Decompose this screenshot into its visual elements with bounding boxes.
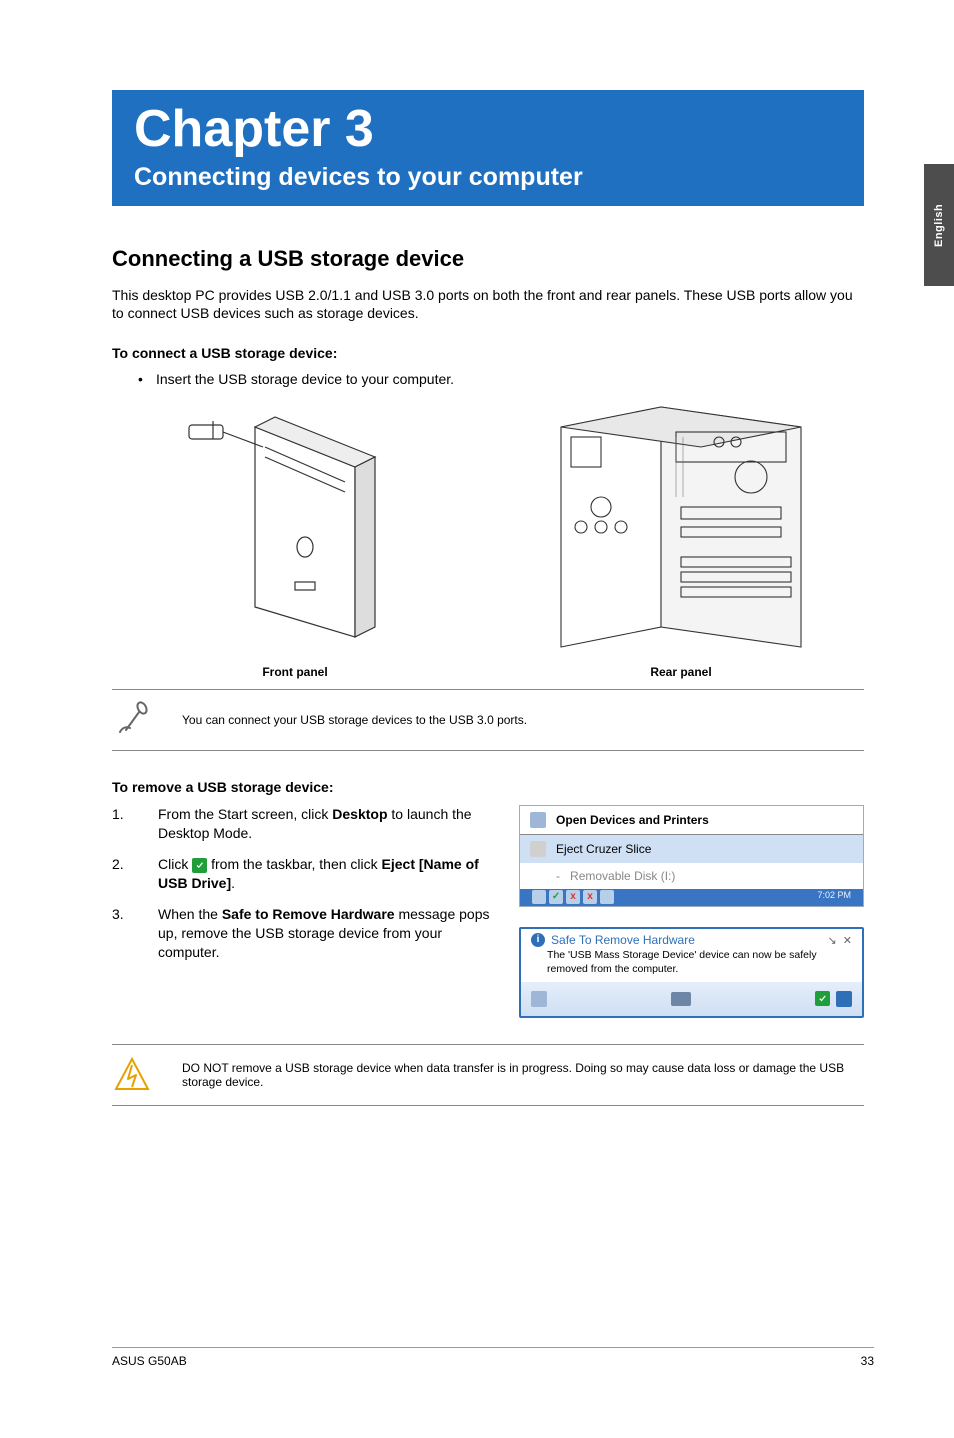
safe-remove-screenshot: i Safe To Remove Hardware ↘ ✕ The 'USB M… xyxy=(519,927,864,1017)
balloon-close-icon[interactable]: ✕ xyxy=(843,935,852,947)
step-1-num: 1. xyxy=(112,805,158,843)
rear-panel-figure: Rear panel xyxy=(498,397,864,679)
step-2-post: . xyxy=(231,875,235,891)
step-2-num: 2. xyxy=(112,855,158,893)
pc-rear-illustration xyxy=(531,397,831,657)
footer-page-number: 33 xyxy=(861,1354,874,1368)
tray-keyboard-icon xyxy=(671,992,691,1006)
language-tab: English xyxy=(924,164,954,286)
remove-heading: To remove a USB storage device: xyxy=(112,779,864,795)
connect-bullet-row: • Insert the USB storage device to your … xyxy=(112,371,864,387)
step-2-mid: from the taskbar, then click xyxy=(207,856,381,872)
step-2: 2. Click from the taskbar, then click Ej… xyxy=(112,855,503,893)
warning-text: DO NOT remove a USB storage device when … xyxy=(182,1061,864,1089)
connect-bullet-text: Insert the USB storage device to your co… xyxy=(156,371,454,387)
usb-tray-icon xyxy=(192,858,207,873)
rear-panel-label: Rear panel xyxy=(650,665,711,679)
section-heading: Connecting a USB storage device xyxy=(112,246,864,272)
pen-icon xyxy=(112,700,152,740)
balloon-min-icon[interactable]: ↘ xyxy=(827,935,836,947)
step-2-pre: Click xyxy=(158,856,192,872)
systray-bar: ✓ x x 7:02 PM xyxy=(520,889,863,906)
note-usb30-text: You can connect your USB storage devices… xyxy=(182,713,864,727)
warning-note: DO NOT remove a USB storage device when … xyxy=(112,1044,864,1106)
eject-cruzer-row[interactable]: Eject Cruzer Slice xyxy=(520,835,863,863)
step-1-pre: From the Start screen, click xyxy=(158,806,332,822)
systray-icons: ✓ x x xyxy=(532,890,614,904)
open-devices-label: Open Devices and Printers xyxy=(556,813,709,827)
tray-usb-ok-icon[interactable] xyxy=(815,991,830,1006)
eject-menu-screenshot: Open Devices and Printers Eject Cruzer S… xyxy=(519,805,864,907)
tray-ico-4: x xyxy=(583,890,597,904)
tray-ico-3: x xyxy=(566,890,580,904)
page-footer: ASUS G50AB 33 xyxy=(112,1347,874,1368)
eject-cruzer-label: Eject Cruzer Slice xyxy=(556,842,651,856)
front-panel-label: Front panel xyxy=(262,665,327,679)
chapter-banner: Chapter 3 Connecting devices to your com… xyxy=(112,90,864,206)
step-3-num: 3. xyxy=(112,905,158,962)
pc-front-illustration xyxy=(165,407,425,657)
step-1: 1. From the Start screen, click Desktop … xyxy=(112,805,503,843)
tray-shield-icon xyxy=(836,991,852,1007)
footer-model: ASUS G50AB xyxy=(112,1354,187,1368)
step-3: 3. When the Safe to Remove Hardware mess… xyxy=(112,905,503,962)
open-devices-row[interactable]: Open Devices and Printers xyxy=(520,806,863,834)
step-3-bold: Safe to Remove Hardware xyxy=(222,906,395,922)
tray-ico-1 xyxy=(532,890,546,904)
safe-remove-body: The 'USB Mass Storage Device' device can… xyxy=(521,947,862,981)
note-usb30: You can connect your USB storage devices… xyxy=(112,689,864,751)
tray-ico-5 xyxy=(600,890,614,904)
removable-disk-dash: - xyxy=(556,869,560,883)
chapter-subtitle: Connecting devices to your computer xyxy=(134,163,842,192)
front-panel-figure: Front panel xyxy=(112,407,478,679)
bullet-marker: • xyxy=(112,371,156,387)
connect-heading: To connect a USB storage device: xyxy=(112,345,864,361)
panel-illustrations: Front panel xyxy=(112,397,864,679)
step-1-bold: Desktop xyxy=(332,806,387,822)
tray-ico-2: ✓ xyxy=(549,890,563,904)
safe-remove-title: Safe To Remove Hardware xyxy=(551,933,695,947)
taskbar-footer xyxy=(521,982,862,1016)
systray-time: 7:02 PM xyxy=(817,890,851,904)
removable-disk-row[interactable]: - Removable Disk (I:) xyxy=(520,863,863,889)
warning-icon xyxy=(112,1055,152,1095)
intro-paragraph: This desktop PC provides USB 2.0/1.1 and… xyxy=(112,286,864,324)
info-icon: i xyxy=(531,933,545,947)
chapter-title: Chapter 3 xyxy=(134,102,842,157)
tray-lang-icon xyxy=(531,991,547,1007)
printer-icon xyxy=(530,812,546,828)
drive-icon xyxy=(530,841,546,857)
removable-disk-label: Removable Disk (I:) xyxy=(570,869,675,883)
step-3-pre: When the xyxy=(158,906,222,922)
